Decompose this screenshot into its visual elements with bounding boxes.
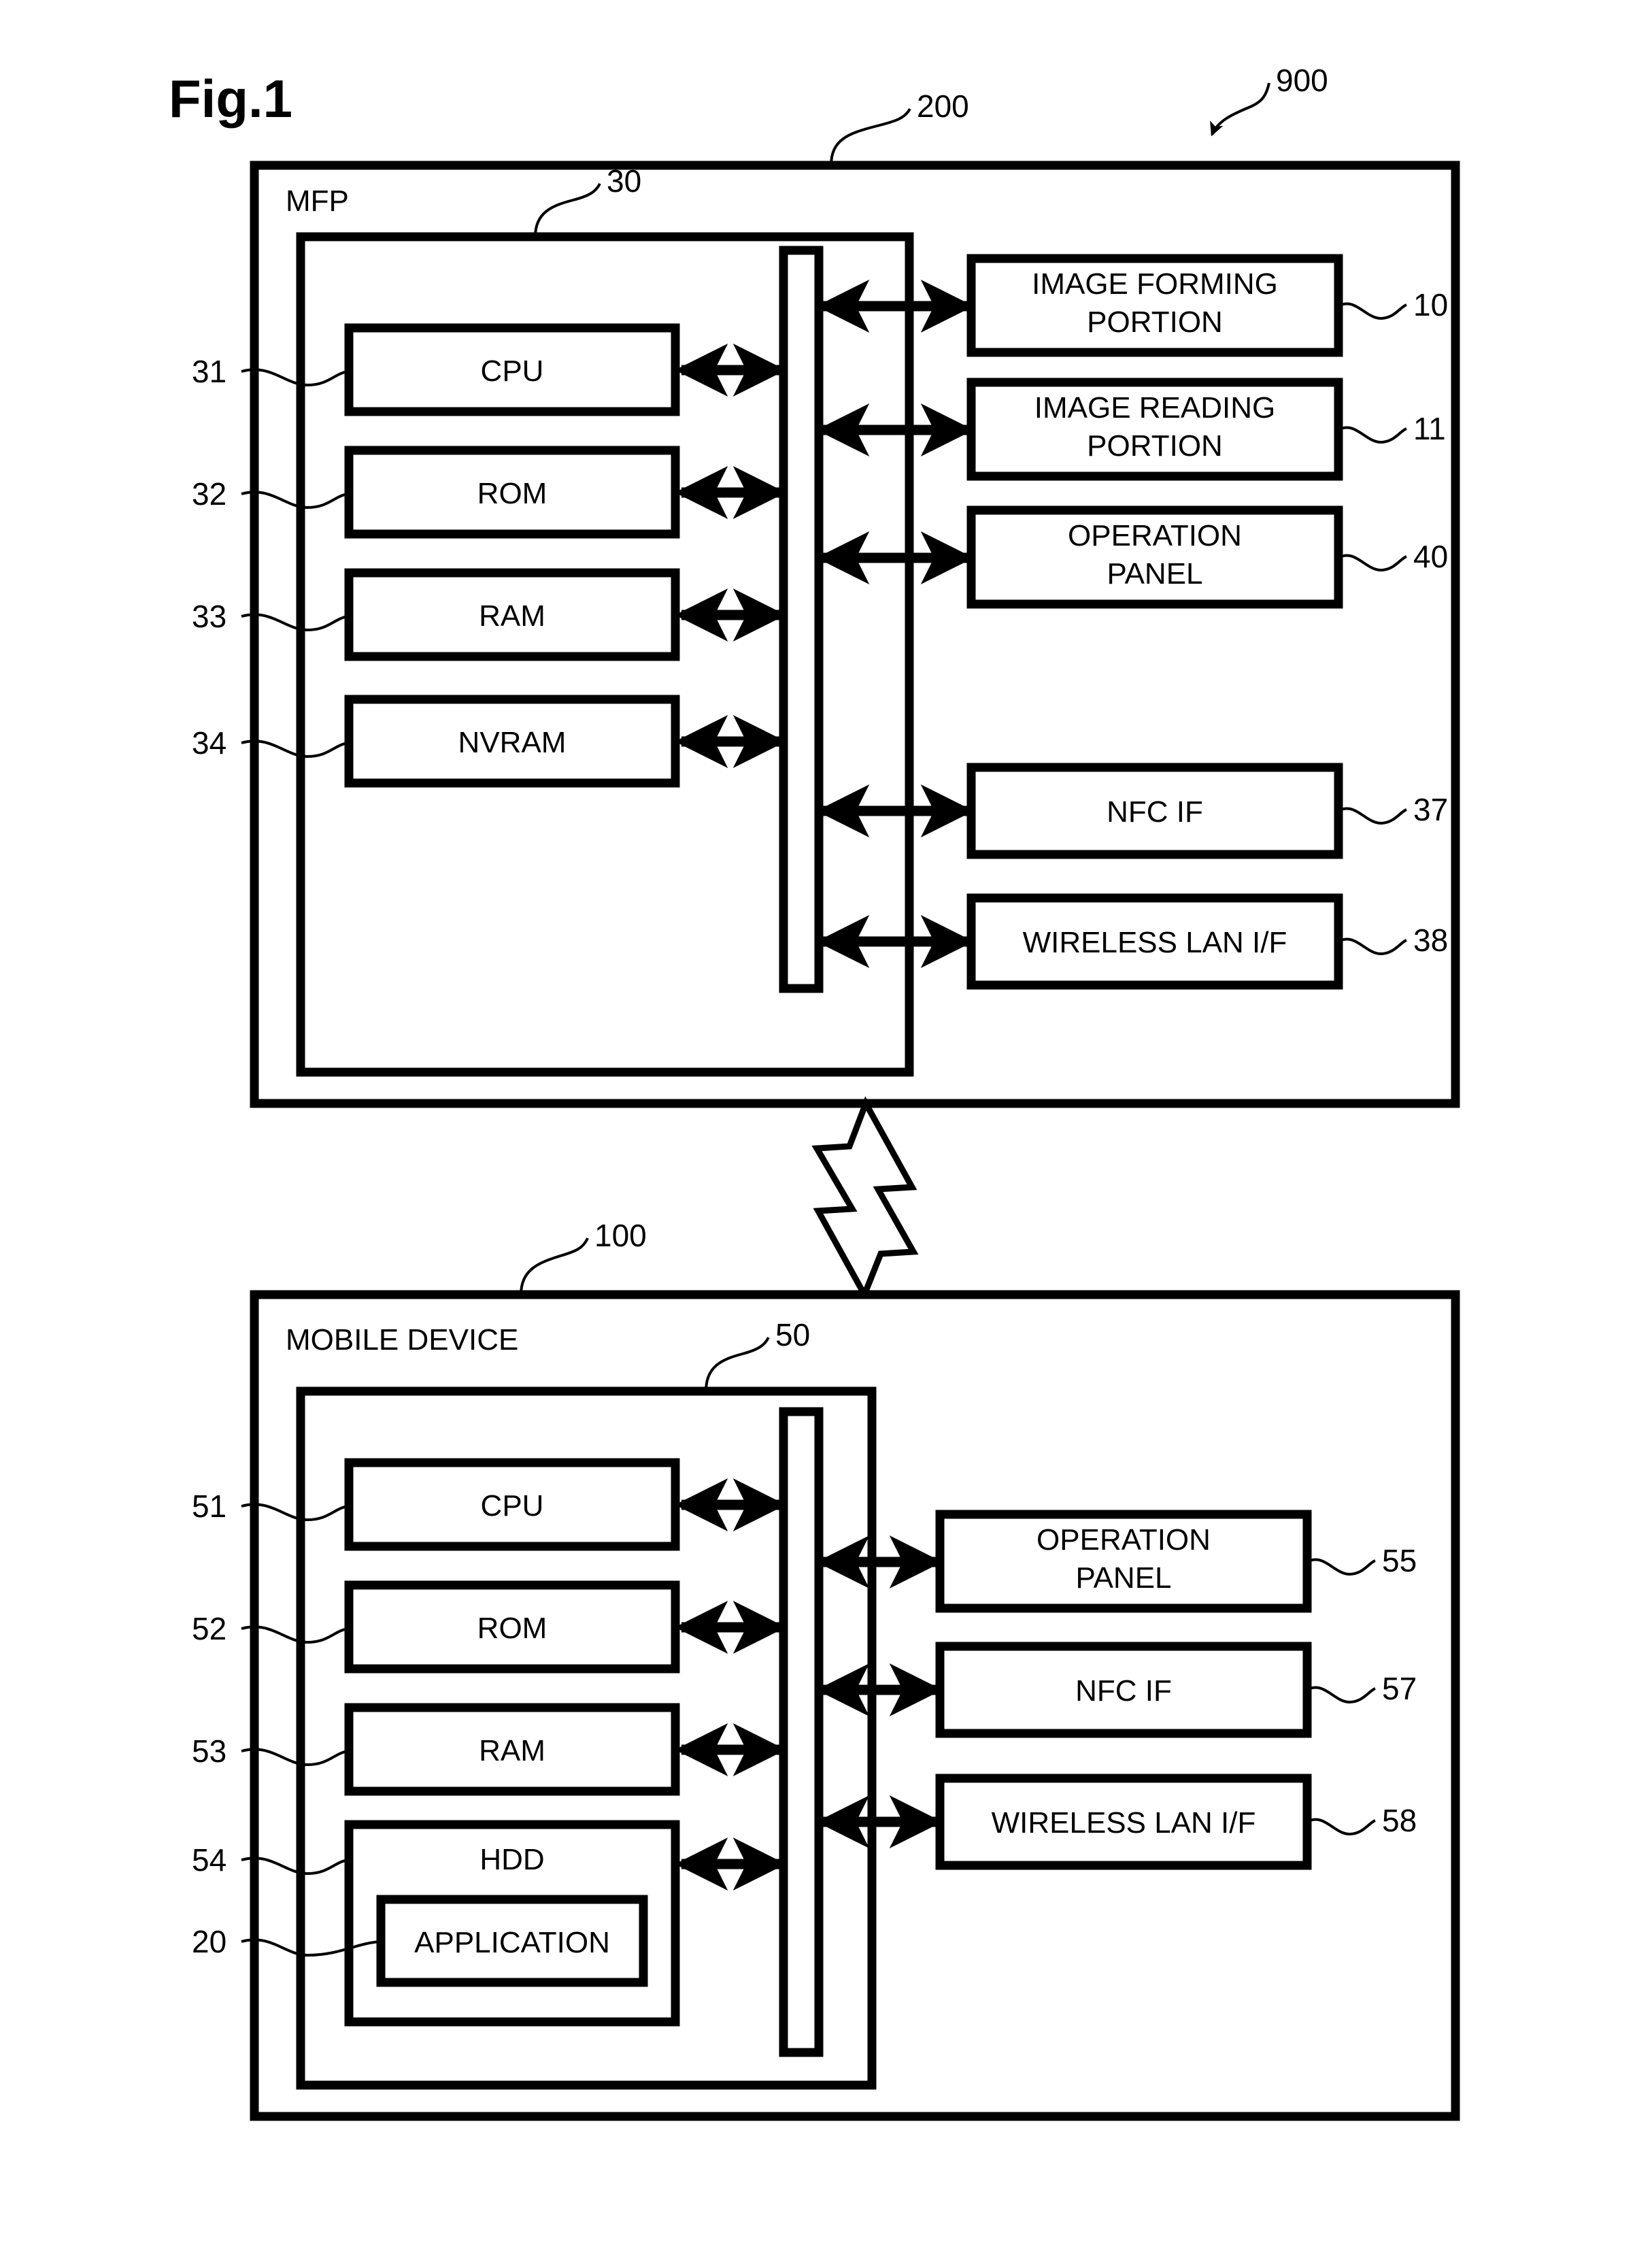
ref-number-mfp-controller: 30: [607, 163, 641, 199]
ref-number-mobile-cpu: 51: [192, 1489, 226, 1524]
mobile-block-rom-label: ROM: [477, 1612, 547, 1645]
leader-line-mobile-outer: [520, 1237, 589, 1295]
figure-canvas: Fig.1 200 900 MFP 30 CPU 31 ROM 32 RAM 3…: [169, 63, 1460, 2121]
mfp-block-ram-label: RAM: [479, 599, 545, 633]
ref-number-mfp-operation-panel: 40: [1413, 539, 1448, 574]
mfp-block-wireless-lan-if-label: WIRELESS LAN I/F: [1023, 926, 1287, 959]
mfp-block-image-reading-portion-label-line1: IMAGE READING: [1034, 391, 1276, 425]
mobile-block-cpu-label: CPU: [481, 1489, 544, 1523]
ref-number-mobile-wireless-lan-if: 58: [1382, 1803, 1417, 1838]
mfp-block-image-forming-portion-label-line2: PORTION: [1087, 305, 1223, 339]
mfp-name-label: MFP: [286, 184, 349, 218]
mfp-block-image-forming-portion-label-line1: IMAGE FORMING: [1032, 267, 1278, 301]
mobile-block-wireless-lan-if-label: WIRELESS LAN I/F: [992, 1806, 1256, 1840]
ref-number-mobile-controller: 50: [775, 1317, 810, 1352]
leader-line-mfp-outer: [830, 107, 911, 166]
ref-number-mfp-outer: 200: [917, 88, 969, 124]
ref-number-mfp-image-reading: 11: [1413, 411, 1446, 446]
mobile-block-operation-panel-label-line1: OPERATION: [1036, 1523, 1211, 1557]
mfp-block-image-reading-portion-label-line2: PORTION: [1087, 429, 1223, 463]
leader-line-system: [1210, 82, 1270, 137]
mfp-block-rom-label: ROM: [477, 477, 547, 510]
ref-number-mobile-ram: 53: [192, 1733, 226, 1769]
mobile-block-nfc-if-label: NFC IF: [1075, 1674, 1172, 1708]
ref-number-mfp-rom: 32: [192, 476, 226, 512]
ref-number-mobile-nfc-if: 57: [1382, 1671, 1417, 1706]
figure-title: Fig.1: [169, 69, 292, 129]
ref-number-mfp-image-forming: 10: [1413, 287, 1448, 322]
mobile-block-application-label: APPLICATION: [414, 1926, 610, 1959]
mfp-block-nvram-label: NVRAM: [458, 726, 567, 759]
mfp-block-operation-panel-label-line1: OPERATION: [1068, 519, 1242, 552]
ref-number-mfp-nfc-if: 37: [1413, 792, 1448, 827]
ref-number-mobile-application: 20: [192, 1924, 226, 1959]
ref-number-mobile-hdd: 54: [192, 1842, 226, 1878]
mobile-block-ram-label: RAM: [479, 1734, 545, 1767]
mfp-bus-bar: [779, 246, 824, 993]
ref-number-mfp-cpu: 31: [192, 354, 226, 389]
mfp-block-nfc-if-label: NFC IF: [1107, 795, 1203, 829]
ref-number-mfp-nvram: 34: [192, 725, 226, 761]
wireless-link-bolt-icon: [811, 1096, 919, 1302]
mfp-block-cpu-label: CPU: [481, 354, 544, 388]
patent-figure-page: Fig.1 200 900 MFP 30 CPU 31 ROM 32 RAM 3…: [0, 0, 1652, 2245]
mobile-name-label: MOBILE DEVICE: [286, 1323, 518, 1357]
ref-number-mobile-rom: 52: [192, 1611, 226, 1646]
mobile-bus-bar: [779, 1407, 824, 2057]
mobile-block-operation-panel-label-line2: PANEL: [1075, 1561, 1171, 1595]
mobile-block-hdd-label: HDD: [479, 1843, 544, 1876]
ref-number-mobile-outer: 100: [594, 1218, 647, 1253]
ref-number-mfp-ram: 33: [192, 599, 226, 634]
mfp-block-operation-panel-label-line2: PANEL: [1107, 557, 1202, 591]
ref-number-system: 900: [1276, 63, 1328, 98]
ref-number-mobile-operation-panel: 55: [1382, 1543, 1417, 1578]
ref-number-mfp-wireless-lan-if: 38: [1413, 922, 1448, 958]
